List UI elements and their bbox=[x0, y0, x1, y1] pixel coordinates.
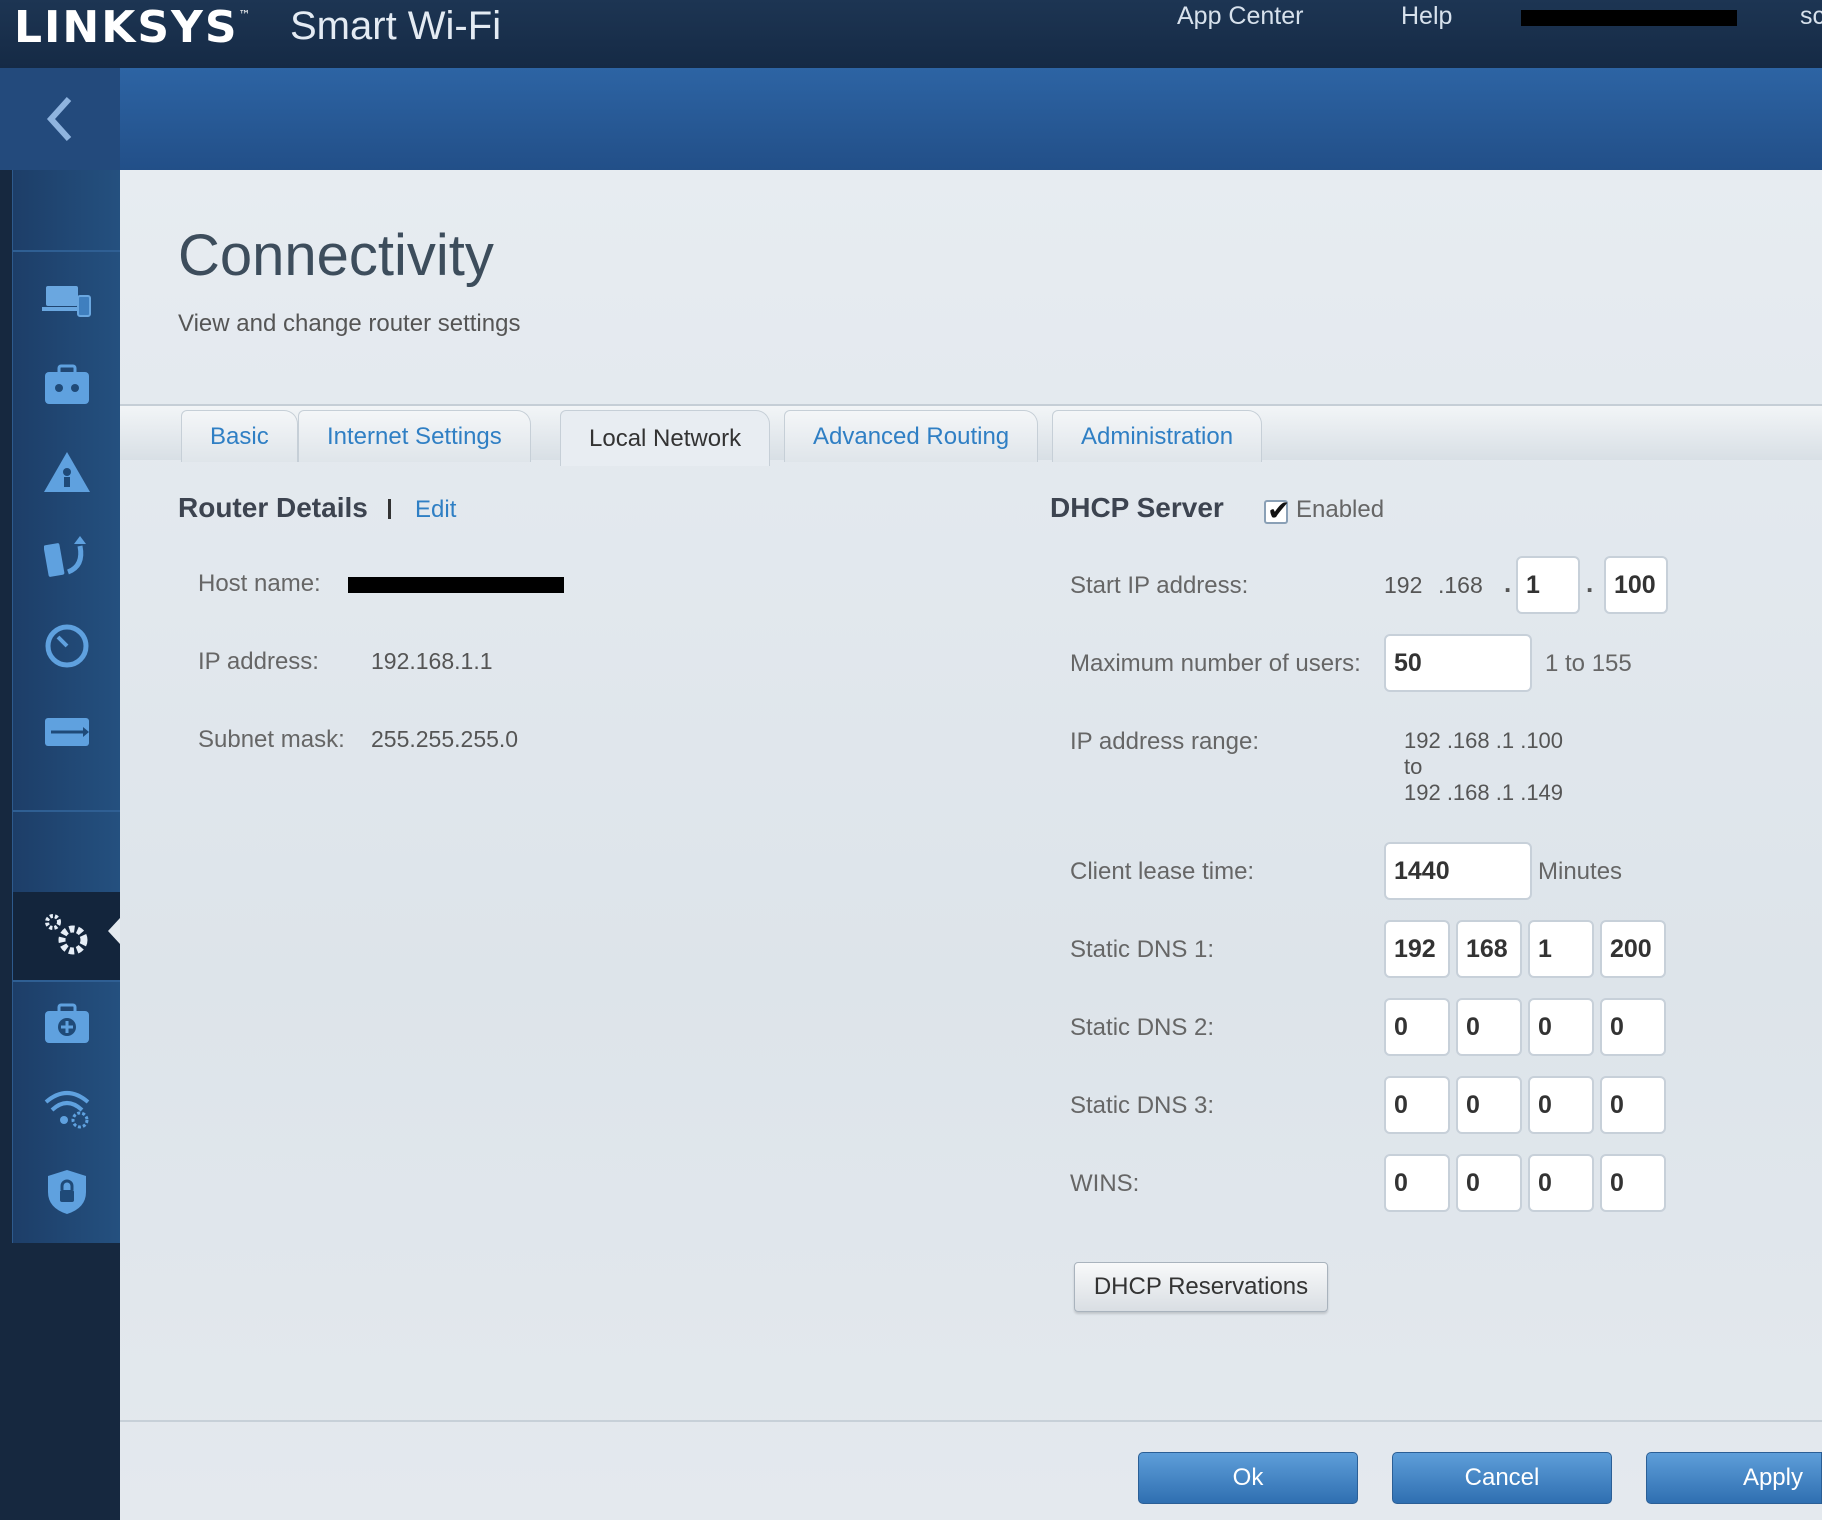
static-dns-2-label: Static DNS 2: bbox=[1070, 1014, 1215, 1041]
subnet-mask-value: 255.255.255.0 bbox=[371, 726, 519, 752]
start-ip-octet-4-input[interactable]: 100 bbox=[1604, 556, 1668, 614]
ip-range-end: 192 .168 .1 .149 bbox=[1404, 780, 1564, 805]
speed-test-icon[interactable] bbox=[41, 620, 93, 672]
back-button[interactable] bbox=[0, 68, 120, 170]
dhcp-server-title: DHCP Server bbox=[1050, 492, 1224, 523]
ip-address-label: IP address: bbox=[198, 648, 319, 675]
sidebar-divider bbox=[13, 810, 121, 812]
top-bar: LINKSYS™ Smart Wi-Fi App Center Help sc bbox=[0, 0, 1822, 68]
ip-dot: . bbox=[1586, 568, 1594, 598]
sidebar-pointer bbox=[108, 918, 120, 944]
dns2-octet-3-input[interactable]: 0 bbox=[1528, 998, 1594, 1056]
static-dns-3-label: Static DNS 3: bbox=[1070, 1092, 1215, 1119]
dhcp-enabled-label: Enabled bbox=[1296, 496, 1385, 523]
subnet-mask-label: Subnet mask: bbox=[198, 726, 345, 753]
ip-dot: . bbox=[1504, 568, 1512, 598]
security-icon[interactable] bbox=[41, 1166, 93, 1218]
dns3-octet-2-input[interactable]: 0 bbox=[1456, 1076, 1522, 1134]
start-ip-octet-3-input[interactable]: 1 bbox=[1516, 556, 1580, 614]
ok-button[interactable]: Ok bbox=[1138, 1452, 1358, 1504]
usb-storage-icon[interactable] bbox=[41, 706, 93, 758]
chevron-left-icon bbox=[46, 96, 72, 142]
start-ip-octet-2: .168 bbox=[1438, 572, 1483, 598]
apply-button[interactable]: Apply bbox=[1646, 1452, 1822, 1504]
parental-controls-icon[interactable] bbox=[41, 446, 93, 498]
dns2-octet-2-input[interactable]: 0 bbox=[1456, 998, 1522, 1056]
wins-octet-2-input[interactable]: 0 bbox=[1456, 1154, 1522, 1212]
guest-access-icon[interactable] bbox=[41, 360, 93, 412]
wins-octet-3-input[interactable]: 0 bbox=[1528, 1154, 1594, 1212]
product-name: Smart Wi-Fi bbox=[290, 4, 502, 48]
sidebar-divider bbox=[13, 980, 121, 982]
start-ip-label: Start IP address: bbox=[1070, 572, 1249, 599]
wins-octet-1-input[interactable]: 0 bbox=[1384, 1154, 1450, 1212]
ip-range-start: 192 .168 .1 .100 bbox=[1404, 728, 1564, 753]
lease-time-label: Client lease time: bbox=[1070, 858, 1255, 885]
router-details-title: Router Details bbox=[178, 492, 368, 523]
main-panel: Connectivity View and change router sett… bbox=[120, 170, 1822, 1520]
title-separator bbox=[388, 499, 391, 519]
devices-icon[interactable] bbox=[41, 276, 93, 328]
dns3-octet-1-input[interactable]: 0 bbox=[1384, 1076, 1450, 1134]
dns1-octet-4-input[interactable]: 200 bbox=[1600, 920, 1666, 978]
dhcp-reservations-button[interactable]: DHCP Reservations bbox=[1074, 1262, 1328, 1312]
tab-internet-settings[interactable]: Internet Settings bbox=[298, 410, 531, 462]
page-subtitle: View and change router settings bbox=[178, 310, 521, 337]
troubleshooting-icon[interactable] bbox=[41, 998, 93, 1050]
tab-administration[interactable]: Administration bbox=[1052, 410, 1263, 462]
tab-advanced-routing[interactable]: Advanced Routing bbox=[784, 410, 1039, 462]
wireless-icon[interactable] bbox=[41, 1082, 93, 1134]
connectivity-settings-icon[interactable] bbox=[41, 910, 93, 962]
media-prioritization-icon[interactable] bbox=[41, 532, 93, 584]
tab-basic[interactable]: Basic bbox=[181, 410, 298, 462]
wins-octet-4-input[interactable]: 0 bbox=[1600, 1154, 1666, 1212]
max-users-input[interactable]: 50 bbox=[1384, 634, 1532, 692]
wins-label: WINS: bbox=[1070, 1170, 1140, 1197]
dns1-octet-1-input[interactable]: 192 bbox=[1384, 920, 1450, 978]
dns1-octet-3-input[interactable]: 1 bbox=[1528, 920, 1594, 978]
dhcp-enabled-checkbox[interactable] bbox=[1264, 494, 1290, 527]
dns3-octet-4-input[interactable]: 0 bbox=[1600, 1076, 1666, 1134]
sidebar bbox=[12, 170, 121, 1243]
app-center-link[interactable]: App Center bbox=[1177, 2, 1303, 31]
lease-time-unit: Minutes bbox=[1538, 858, 1623, 885]
ip-address-value: 192.168.1.1 bbox=[371, 648, 493, 674]
max-users-hint: 1 to 155 bbox=[1545, 650, 1632, 677]
sidebar-divider bbox=[13, 250, 121, 252]
static-dns-1-label: Static DNS 1: bbox=[1070, 936, 1215, 963]
sign-out-link[interactable]: sc bbox=[1800, 2, 1822, 31]
tab-local-network[interactable]: Local Network bbox=[560, 410, 771, 466]
dns2-octet-4-input[interactable]: 0 bbox=[1600, 998, 1666, 1056]
dns1-octet-2-input[interactable]: 168 bbox=[1456, 920, 1522, 978]
ip-range-label: IP address range: bbox=[1070, 728, 1260, 755]
dns3-octet-3-input[interactable]: 0 bbox=[1528, 1076, 1594, 1134]
host-name-label: Host name: bbox=[198, 570, 321, 597]
edit-router-details-link[interactable]: Edit bbox=[415, 496, 456, 524]
start-ip-octet-1: 192 bbox=[1384, 572, 1423, 598]
account-name-redacted bbox=[1521, 10, 1737, 26]
ip-range-to: to bbox=[1404, 754, 1423, 779]
cancel-button[interactable]: Cancel bbox=[1392, 1452, 1612, 1504]
page-title: Connectivity bbox=[178, 223, 494, 288]
max-users-label: Maximum number of users: bbox=[1070, 650, 1361, 677]
host-name-redacted bbox=[348, 577, 564, 593]
footer-divider bbox=[120, 1420, 1822, 1422]
linksys-logo: LINKSYS™ bbox=[14, 2, 253, 53]
dns2-octet-1-input[interactable]: 0 bbox=[1384, 998, 1450, 1056]
header-band bbox=[0, 68, 1822, 170]
help-link[interactable]: Help bbox=[1401, 2, 1452, 31]
lease-time-input[interactable]: 1440 bbox=[1384, 842, 1532, 900]
